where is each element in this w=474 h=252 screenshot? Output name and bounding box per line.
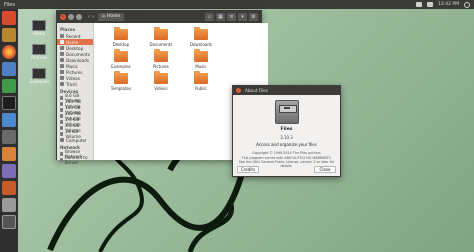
drive-icon bbox=[60, 96, 64, 100]
launcher bbox=[0, 9, 18, 252]
desktop-icon[interactable]: Examples bbox=[30, 68, 49, 84]
folder-item-spacer bbox=[222, 51, 260, 69]
list-view-icon[interactable]: ≡ bbox=[227, 13, 236, 21]
folder-item-pictures[interactable]: Pictures bbox=[142, 49, 180, 69]
drive-icon bbox=[60, 102, 64, 106]
folder-item-documents[interactable]: Documents bbox=[142, 27, 180, 47]
toolbar-right: ⌕ ▦ ≡ ▾ ⚙ bbox=[205, 13, 258, 21]
folder-icon bbox=[193, 27, 208, 40]
video-icon bbox=[60, 76, 64, 80]
music-icon bbox=[60, 64, 64, 68]
grid-view-icon[interactable]: ▦ bbox=[216, 13, 225, 21]
folder-icon bbox=[113, 49, 128, 62]
folder-icon bbox=[193, 71, 208, 84]
about-description: Access and organize your files bbox=[256, 142, 317, 147]
drive-icon bbox=[60, 120, 64, 124]
desktop-icon[interactable]: Home bbox=[30, 20, 48, 36]
folder-item-public[interactable]: Public bbox=[182, 71, 220, 91]
path-bar-home[interactable]: ⌂ Home bbox=[98, 13, 125, 21]
folder-icon bbox=[153, 49, 168, 62]
folder-icon bbox=[193, 49, 208, 62]
network-icon bbox=[60, 152, 63, 156]
search-dash-icon[interactable] bbox=[2, 11, 16, 25]
terminal-icon[interactable] bbox=[2, 96, 16, 110]
picture-icon bbox=[60, 70, 64, 74]
document-icon bbox=[60, 52, 64, 56]
about-copyright: Copyright © 1999-2014 The Files authors bbox=[252, 151, 321, 155]
path-label: Home bbox=[106, 14, 121, 19]
credits-button[interactable]: Credits bbox=[237, 166, 259, 173]
software-center-icon[interactable] bbox=[2, 147, 16, 161]
firefox-icon[interactable] bbox=[2, 45, 16, 59]
close-icon[interactable]: × bbox=[60, 14, 66, 20]
nav-arrows: ‹ › bbox=[88, 14, 94, 20]
desktop-icon bbox=[60, 46, 64, 50]
about-dialog: About Files Files 3.10.3 Access and orga… bbox=[232, 85, 341, 177]
view-options-icon[interactable]: ▾ bbox=[238, 13, 247, 21]
menu-icon[interactable]: ⚙ bbox=[249, 13, 258, 21]
maximize-icon[interactable] bbox=[76, 14, 82, 20]
forward-arrow-icon[interactable]: › bbox=[92, 14, 94, 20]
folder-item-videos[interactable]: Videos bbox=[142, 71, 180, 91]
clock[interactable]: 12:42 PM bbox=[438, 2, 459, 7]
about-title: About Files bbox=[245, 88, 268, 93]
sidebar-heading-places: Places bbox=[60, 27, 76, 32]
folder-item-spacer bbox=[222, 29, 260, 47]
top-panel: Files 12:42 PM bbox=[0, 0, 474, 9]
drive-icon bbox=[60, 132, 64, 136]
folder-icon bbox=[113, 71, 128, 84]
folder-icon bbox=[153, 27, 168, 40]
software-updater-icon[interactable] bbox=[2, 113, 16, 127]
folder-item-examples[interactable]: Examples bbox=[102, 49, 140, 69]
folder-icon bbox=[32, 68, 46, 79]
drive-icon bbox=[60, 108, 64, 112]
close-button[interactable]: Close bbox=[314, 166, 336, 173]
drive-icon bbox=[60, 126, 64, 130]
folder-icon bbox=[153, 71, 168, 84]
impress-icon[interactable] bbox=[2, 181, 16, 195]
minimize-icon[interactable] bbox=[68, 14, 74, 20]
file-cabinet-icon bbox=[274, 100, 299, 124]
help-icon[interactable] bbox=[2, 164, 16, 178]
back-arrow-icon[interactable]: ‹ bbox=[88, 14, 90, 20]
about-version: 3.10.3 bbox=[280, 135, 293, 140]
settings-icon[interactable] bbox=[2, 130, 16, 144]
trash-icon[interactable] bbox=[2, 215, 16, 229]
folder-icon bbox=[32, 44, 46, 55]
search-icon[interactable]: ⌕ bbox=[205, 13, 214, 21]
sidebar: Places Recent Home Desktop Documents Dow… bbox=[57, 23, 94, 165]
server-icon bbox=[60, 158, 63, 162]
network-icon[interactable] bbox=[416, 2, 422, 7]
computer-icon bbox=[60, 138, 64, 142]
close-icon[interactable] bbox=[236, 88, 241, 93]
folder-item-music[interactable]: Music bbox=[182, 49, 220, 69]
active-app-title: Files bbox=[4, 1, 15, 8]
folder-item-desktop[interactable]: Desktop bbox=[102, 27, 140, 47]
folder-icon bbox=[113, 27, 128, 40]
folder-icon bbox=[32, 20, 46, 31]
about-titlebar[interactable]: About Files bbox=[233, 86, 340, 95]
trash-icon bbox=[60, 82, 64, 86]
desktop-icon[interactable]: Pictures bbox=[30, 44, 48, 60]
writer-icon[interactable] bbox=[2, 62, 16, 76]
gear-icon[interactable] bbox=[464, 1, 470, 8]
system-tray: 12:42 PM bbox=[416, 1, 470, 8]
download-icon bbox=[60, 58, 64, 62]
folder-item-templates[interactable]: Templates bbox=[102, 71, 140, 91]
drive-icon[interactable] bbox=[2, 198, 16, 212]
calc-icon[interactable] bbox=[2, 79, 16, 93]
volume-icon[interactable] bbox=[427, 2, 433, 7]
files-titlebar[interactable]: × ‹ › ⌂ Home ⌕ ▦ ≡ ▾ ⚙ bbox=[57, 11, 261, 23]
folder-grid: Desktop Documents Downloads Examples Pic… bbox=[102, 27, 260, 91]
drive-icon bbox=[60, 114, 64, 118]
home-icon: ⌂ bbox=[102, 14, 105, 19]
sidebar-item-connect-server[interactable]: Connect to Server bbox=[57, 155, 93, 165]
about-app-name: Files bbox=[280, 127, 293, 132]
clock-icon bbox=[60, 34, 64, 38]
folder-item-downloads[interactable]: Downloads bbox=[182, 27, 220, 47]
files-launcher-icon[interactable] bbox=[2, 28, 16, 42]
home-icon bbox=[60, 40, 64, 44]
